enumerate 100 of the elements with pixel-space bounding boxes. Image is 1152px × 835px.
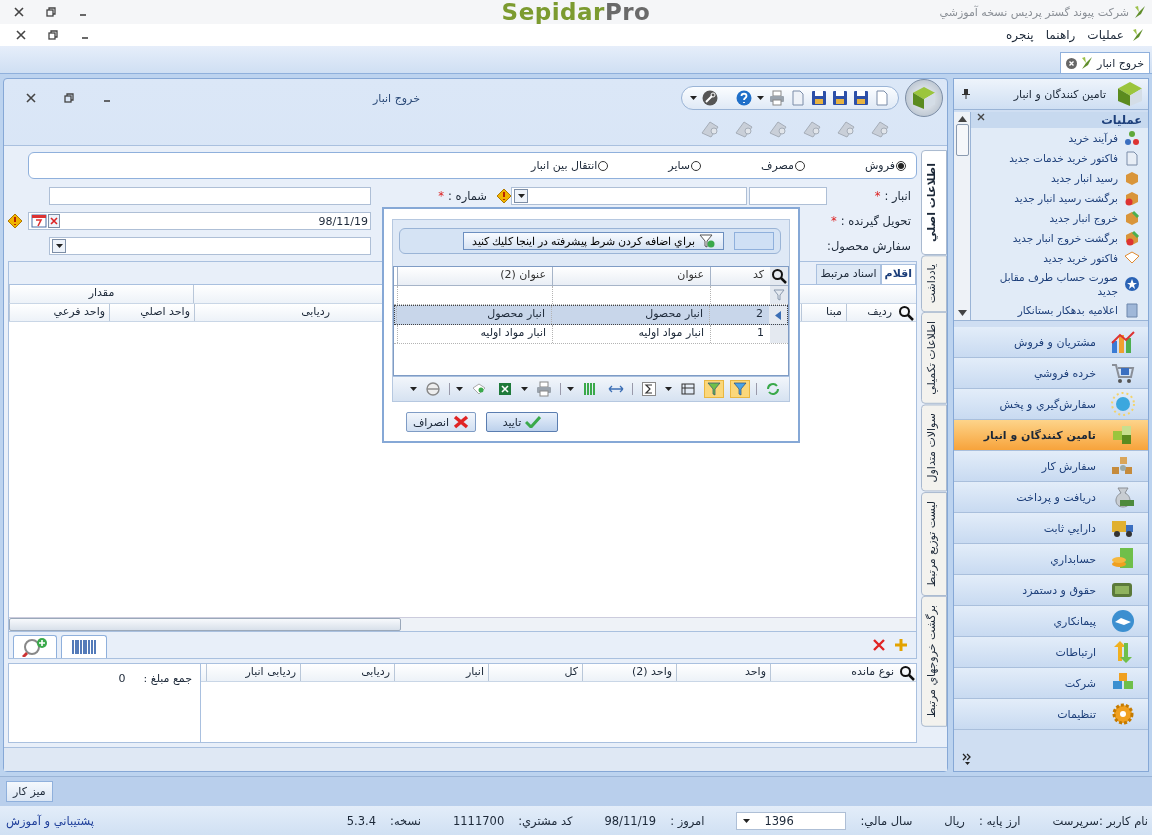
dropdown-arrow-icon[interactable] <box>521 387 528 391</box>
table-cell: انبار مواد اوليه <box>552 325 710 343</box>
module-button[interactable]: سفارش كار <box>954 451 1148 482</box>
module-button[interactable]: حقوق و دستمزد <box>954 575 1148 606</box>
task-link[interactable]: فرآيند خريد <box>1068 131 1118 145</box>
refresh-icon <box>766 382 780 396</box>
collapse-icon[interactable] <box>977 113 985 121</box>
advanced-filter-button[interactable]: براي اضافه كردن شرط پيشرفته در اينجا كليك كنيد <box>462 232 724 250</box>
dropdown-arrow-icon[interactable] <box>665 387 672 391</box>
save-icon[interactable] <box>832 90 848 106</box>
cancel-button[interactable]: انصراف <box>406 412 476 432</box>
dropdown-arrow-icon[interactable] <box>55 244 63 248</box>
menu-item[interactable]: راهنما <box>1041 26 1080 44</box>
radio-option[interactable]: فروش <box>864 159 906 172</box>
items-tab[interactable]: اسناد مرتبط <box>816 264 881 284</box>
radio-option[interactable]: مصرف <box>761 159 805 172</box>
calendar-icon[interactable] <box>31 214 47 228</box>
scrollbar-thumb[interactable] <box>9 618 401 631</box>
scroll-up-icon[interactable] <box>957 116 967 122</box>
dropdown-arrow-icon[interactable] <box>410 387 417 391</box>
scroll-down-icon[interactable] <box>957 310 967 316</box>
task-link[interactable]: صورت حساب طرف مقابل جديد <box>979 270 1118 298</box>
menu-item[interactable]: پنجره <box>1002 26 1038 44</box>
restore-icon[interactable] <box>46 7 56 17</box>
task-link[interactable]: خروج انبار جديد <box>1049 211 1118 225</box>
column-header[interactable]: عنوان <box>552 267 710 285</box>
task-link[interactable]: برگشت رسيد انبار جديد <box>1014 191 1118 205</box>
module-button[interactable]: حسابداري <box>954 544 1148 575</box>
filter-input[interactable] <box>734 232 774 250</box>
tab-close-icon[interactable] <box>1066 57 1078 69</box>
pin-icon[interactable] <box>962 89 970 99</box>
side-tab[interactable]: يادداشت <box>921 255 947 313</box>
input-field[interactable] <box>749 187 827 205</box>
side-tab[interactable]: برگشت خروجهاي مرتبط <box>921 595 947 727</box>
radio-option[interactable]: انتقال بين انبار <box>531 159 609 172</box>
module-button[interactable]: دريافت و پرداخت <box>954 482 1148 513</box>
box-icon <box>1124 190 1140 206</box>
app-menu-button[interactable] <box>905 79 943 117</box>
help-icon[interactable] <box>736 90 752 106</box>
module-button[interactable]: تامين كنندگان و انبار <box>954 420 1148 451</box>
module-button[interactable]: مشتريان و فروش <box>954 327 1148 358</box>
options-button[interactable] <box>423 380 443 398</box>
expand-chevron-icon[interactable] <box>962 753 972 765</box>
document-tab[interactable]: خروج انبار <box>1060 52 1150 73</box>
wrench-icon[interactable] <box>702 90 718 106</box>
dropdown-arrow-icon[interactable] <box>743 818 751 823</box>
menu-item[interactable]: عمليات <box>1083 26 1128 44</box>
search-icon[interactable] <box>898 305 914 321</box>
close-icon[interactable] <box>14 7 24 17</box>
search-icon[interactable] <box>771 268 787 284</box>
support-link[interactable]: پشتيباني و آموزش <box>6 813 94 828</box>
window-close-icon[interactable] <box>26 93 36 103</box>
dropdown-arrow-icon[interactable] <box>456 387 463 391</box>
search-icon[interactable] <box>899 665 915 681</box>
leaf-logo-icon <box>1134 5 1146 19</box>
barcode-icon[interactable] <box>70 637 98 657</box>
side-tab[interactable]: اطلاعات تكميلي <box>921 312 947 405</box>
restore-icon[interactable] <box>48 30 58 40</box>
task-link[interactable]: برگشت خروج انبار جديد <box>1012 231 1118 245</box>
task-link[interactable]: فاكتور خريد خدمات جديد <box>1009 151 1118 165</box>
clear-icon[interactable] <box>48 214 60 228</box>
dropdown-arrow-icon[interactable] <box>567 387 574 391</box>
module-button[interactable]: دارايي ثابت <box>954 513 1148 544</box>
column-header[interactable]: عنوان (2) <box>397 267 552 285</box>
dropdown-arrow-icon[interactable] <box>517 194 525 198</box>
filter-button[interactable] <box>704 380 724 398</box>
task-link[interactable]: رسيد انبار جديد <box>1051 171 1118 185</box>
input-field[interactable] <box>49 187 371 205</box>
zoom-add-icon[interactable] <box>22 637 48 657</box>
confirm-button[interactable]: تاييد <box>486 412 558 432</box>
group-button[interactable] <box>678 380 698 398</box>
year-dropdown[interactable]: 1396 <box>736 811 847 830</box>
save-icon[interactable] <box>811 90 827 106</box>
module-button[interactable]: شركت <box>954 668 1148 699</box>
side-tab[interactable]: ليست توزيع مرتبط <box>921 491 947 596</box>
printer-icon[interactable] <box>769 90 785 106</box>
module-button[interactable]: تنظيمات <box>954 699 1148 730</box>
restore-icon[interactable] <box>64 93 74 103</box>
module-button[interactable]: ارتباطات <box>954 637 1148 668</box>
filter-button[interactable] <box>730 380 750 398</box>
desktop-button[interactable]: ميز كار <box>6 781 53 802</box>
side-tab[interactable]: اطلاعات اصلي <box>921 150 947 256</box>
date-field[interactable]: 98/11/19 <box>28 212 371 230</box>
delete-row-icon[interactable] <box>872 638 886 652</box>
table-cell: 2 <box>709 306 769 324</box>
save-icon[interactable] <box>853 90 869 106</box>
side-tab[interactable]: سوالات متداول <box>921 404 947 492</box>
radio-option[interactable]: ساير <box>668 159 701 172</box>
task-link[interactable]: فاكتور خريد جديد <box>1043 251 1118 265</box>
close-icon[interactable] <box>16 30 26 40</box>
module-button[interactable]: پيمانكاري <box>954 606 1148 637</box>
column-header[interactable]: كد <box>710 267 770 285</box>
module-button[interactable]: سفارش‌گيري و پخش <box>954 389 1148 420</box>
sum-button[interactable] <box>639 380 659 398</box>
task-link[interactable]: اعلاميه بدهكار بستانكار <box>1017 303 1118 317</box>
scrollbar-thumb[interactable] <box>955 124 969 156</box>
dropdown-arrow-icon[interactable] <box>690 96 697 100</box>
dropdown-arrow-icon[interactable] <box>757 96 764 100</box>
items-tab[interactable]: اقلام <box>880 264 916 284</box>
module-button[interactable]: خرده فروشي <box>954 358 1148 389</box>
